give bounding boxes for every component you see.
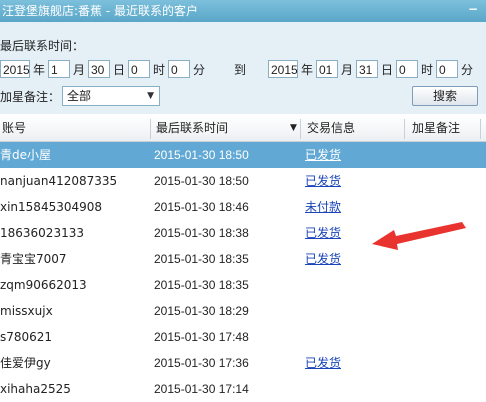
annotation-arrow [372,222,466,250]
red-arrow-icon [372,222,466,250]
